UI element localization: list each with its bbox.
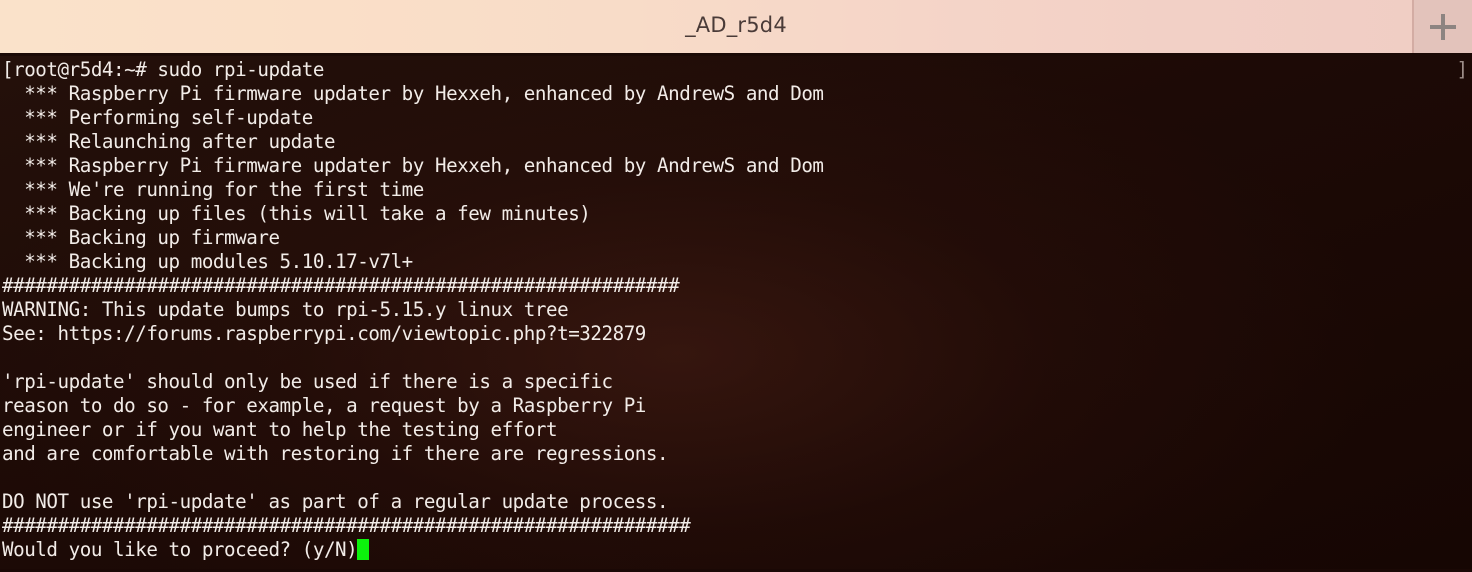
right-edge-marker: ]	[1456, 58, 1468, 81]
terminal-line: *** Relaunching after update	[2, 130, 336, 153]
terminal-line: [root@r5d4:~# sudo rpi-update	[2, 58, 324, 81]
terminal-line: engineer or if you want to help the test…	[2, 418, 558, 441]
terminal-line: *** Raspberry Pi firmware updater by Hex…	[2, 154, 824, 177]
terminal-line: *** We're running for the first time	[2, 178, 424, 201]
terminal-line: WARNING: This update bumps to rpi-5.15.y…	[2, 298, 569, 321]
terminal-line: ########################################…	[2, 514, 691, 537]
terminal-line: See: https://forums.raspberrypi.com/view…	[2, 322, 646, 345]
text-cursor	[357, 539, 370, 560]
terminal-line: and are comfortable with restoring if th…	[2, 442, 669, 465]
terminal-line: Would you like to proceed? (y/N)	[0, 538, 1472, 562]
terminal-screen: [root@r5d4:~# sudo rpi-update *** Raspbe…	[0, 58, 1472, 562]
window-title: _AD_r5d4	[685, 13, 787, 37]
terminal-output-area[interactable]: [root@r5d4:~# sudo rpi-update *** Raspbe…	[0, 56, 1472, 569]
terminal-line: *** Raspberry Pi firmware updater by Hex…	[2, 82, 824, 105]
plus-icon	[1430, 13, 1456, 40]
terminal-line: 'rpi-update' should only be used if ther…	[2, 370, 613, 393]
terminal-window: _AD_r5d4 [root@r5d4:~# sudo rpi-update *…	[0, 0, 1472, 572]
terminal-line: reason to do so - for example, a request…	[2, 394, 646, 417]
terminal-line: *** Performing self-update	[2, 106, 313, 129]
terminal-line: *** Backing up modules 5.10.17-v7l+	[2, 250, 413, 273]
terminal-line: DO NOT use 'rpi-update' as part of a reg…	[2, 490, 669, 513]
terminal-line: ########################################…	[2, 274, 680, 297]
terminal-line: *** Backing up firmware	[2, 226, 280, 249]
new-tab-button[interactable]	[1412, 0, 1472, 53]
terminal-line: *** Backing up files (this will take a f…	[2, 202, 591, 225]
title-bar[interactable]: _AD_r5d4	[0, 0, 1472, 56]
